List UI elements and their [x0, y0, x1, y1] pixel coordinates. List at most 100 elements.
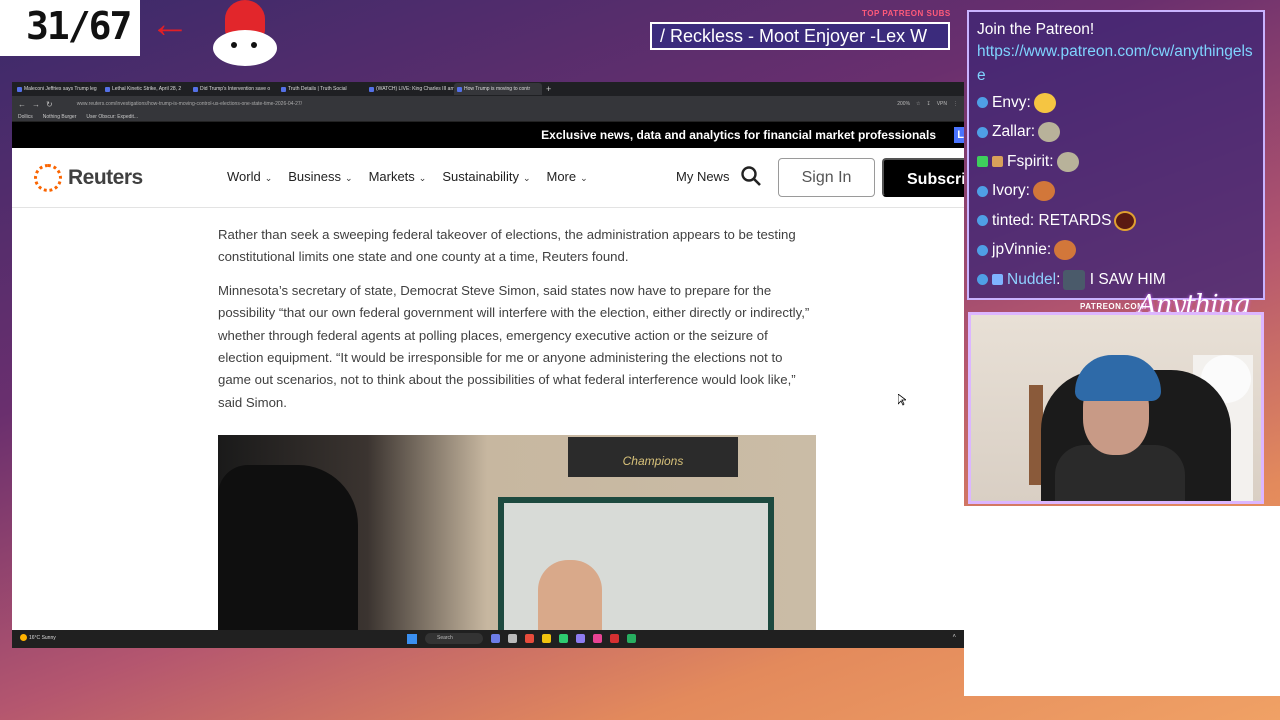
promo-cta[interactable]: L [954, 127, 964, 143]
search-icon[interactable] [740, 165, 762, 187]
chrome-icon[interactable] [627, 634, 636, 643]
chat-username: tinted [992, 211, 1030, 229]
photo-camera [218, 465, 358, 635]
chat-text: I SAW HIM [1089, 270, 1166, 288]
photo-banner: Champions [568, 437, 738, 477]
menu-label: Sustainability [442, 169, 519, 184]
reload-icon[interactable]: ↻ [46, 100, 53, 109]
badge-icon [977, 274, 988, 286]
system-tray-icon[interactable]: ˄ [952, 634, 956, 640]
bookmark-item[interactable]: User Obscur: Expedit... [86, 114, 138, 120]
chat-username: Zallar [992, 123, 1031, 141]
chat-username: Fspirit [1007, 152, 1050, 170]
webcam-brand-label: PATREON.COM/ [1080, 302, 1148, 311]
bookmark-item[interactable]: Nothing Burger [43, 114, 77, 120]
browser-tab[interactable]: Maleconi Jeffries says Trump leg [14, 83, 102, 95]
face-emote-icon [1063, 269, 1086, 290]
download-icon[interactable]: ↧ [927, 101, 931, 107]
menu-label: World [227, 169, 261, 184]
back-icon[interactable]: ← [18, 100, 26, 109]
promo-text: Exclusive news, data and analytics for f… [541, 128, 936, 142]
sub-badge-icon [977, 156, 988, 168]
article-paragraph: Rather than seek a sweeping federal take… [218, 227, 796, 265]
new-tab-icon[interactable]: + [546, 84, 551, 94]
vpn-badge[interactable]: VPN [937, 101, 947, 107]
badge-icon [977, 215, 988, 227]
browser-tab-active[interactable]: How Trump is moving to contr [454, 83, 542, 95]
menu-item-world[interactable]: World ⌄ [227, 169, 272, 184]
app-icon[interactable] [610, 634, 619, 643]
badge-icon [977, 97, 988, 109]
mascot-icon [205, 0, 285, 70]
patreon-subs-label: TOP PATREON SUBS [862, 9, 951, 18]
app-icon[interactable] [525, 634, 534, 643]
chevron-down-icon: ⌄ [522, 173, 531, 183]
photo-person [538, 560, 602, 635]
chat-username: Nuddel [1007, 270, 1057, 288]
patreon-link[interactable]: https://www.patreon.com/cw/anythingelse [977, 40, 1255, 88]
browser-tab[interactable]: (WATCH) LIVE: King Charles III arri [366, 83, 454, 95]
badge-icon [977, 185, 988, 197]
cookie-emote-icon [1032, 181, 1055, 202]
browser-tab[interactable]: Did Trump's Intervention save o [190, 83, 278, 95]
url-field[interactable]: www.reuters.com/investigations/how-trump… [59, 101, 892, 107]
pyramid-emote-icon [1056, 151, 1079, 172]
taskbar-search[interactable]: Search [425, 633, 483, 644]
app-icon[interactable] [559, 634, 568, 643]
stream-chat: Join the Patreon! https://www.patreon.co… [967, 10, 1265, 300]
sun-icon [20, 634, 27, 641]
promo-banner[interactable]: Exclusive news, data and analytics for f… [12, 122, 964, 148]
chat-username: jpVinnie [992, 241, 1047, 259]
chat-message: Ivory: [977, 177, 1255, 207]
sign-in-button[interactable]: Sign In [778, 158, 875, 197]
zoom-indicator[interactable]: 200% [897, 101, 910, 107]
browser-tab[interactable]: Lethal Kinetic Strike, April 28, 2 [102, 83, 190, 95]
badge-icon [977, 126, 988, 138]
windows-start-icon[interactable] [407, 633, 417, 644]
menu-item-business[interactable]: Business ⌄ [288, 169, 352, 184]
empty-panel [964, 506, 1280, 696]
app-icon[interactable] [576, 634, 585, 643]
reuters-logo-icon [34, 164, 62, 192]
duck-emote-icon [1033, 92, 1056, 113]
browser-tab[interactable]: Truth Details | Truth Social [278, 83, 366, 95]
folder-icon[interactable] [542, 634, 551, 643]
menu-icon[interactable]: ⋮ [953, 101, 958, 107]
subscribe-button[interactable]: Subscribe [882, 158, 964, 197]
pyramid-emote-icon [1038, 122, 1061, 143]
windows-taskbar: 16°C Sunny Search ˄ [12, 630, 964, 648]
chevron-down-icon: ⌄ [345, 173, 353, 183]
temperature: 16°C [29, 634, 41, 641]
chat-title: Join the Patreon! [977, 21, 1095, 38]
chat-username: Ivory [992, 182, 1026, 200]
menu-item-markets[interactable]: Markets ⌄ [369, 169, 427, 184]
address-bar: ← → ↻ www.reuters.com/investigations/how… [12, 96, 964, 112]
menu-item-sustainability[interactable]: Sustainability ⌄ [442, 169, 530, 184]
chat-message: jpVinnie: [977, 236, 1255, 266]
chat-text: RETARDS [1038, 211, 1112, 229]
webcam-feed [968, 312, 1264, 504]
app-icon[interactable] [593, 634, 602, 643]
star-icon[interactable]: ☆ [916, 101, 920, 107]
menu-label: Business [288, 169, 342, 184]
cookie-emote-icon [1054, 240, 1077, 261]
article-paragraph: Minnesota’s secretary of state, Democrat… [218, 282, 810, 410]
chevron-down-icon: ⌄ [418, 173, 427, 183]
taskbar-apps: Search [407, 633, 636, 644]
weather-condition: Sunny [41, 634, 56, 641]
app-icon[interactable] [508, 634, 517, 643]
mod-badge-icon [992, 274, 1003, 286]
tab-strip: Maleconi Jeffries says Trump leg Lethal … [12, 82, 964, 96]
article-body: Rather than seek a sweeping federal take… [218, 224, 816, 425]
forward-icon[interactable]: → [32, 100, 40, 109]
chat-message: Envy: [977, 88, 1255, 118]
webcam-hair [1075, 355, 1161, 401]
bookmark-item[interactable]: Dollics [18, 114, 33, 120]
reuters-logo[interactable]: Reuters [34, 164, 143, 192]
my-news-link[interactable]: My News [676, 169, 729, 184]
menu-label: More [546, 169, 577, 184]
browser-window: Maleconi Jeffries says Trump leg Lethal … [12, 82, 964, 648]
menu-item-more[interactable]: More ⌄ [547, 169, 588, 184]
app-icon[interactable] [491, 634, 500, 643]
weather-widget[interactable]: 16°C Sunny [20, 634, 56, 641]
